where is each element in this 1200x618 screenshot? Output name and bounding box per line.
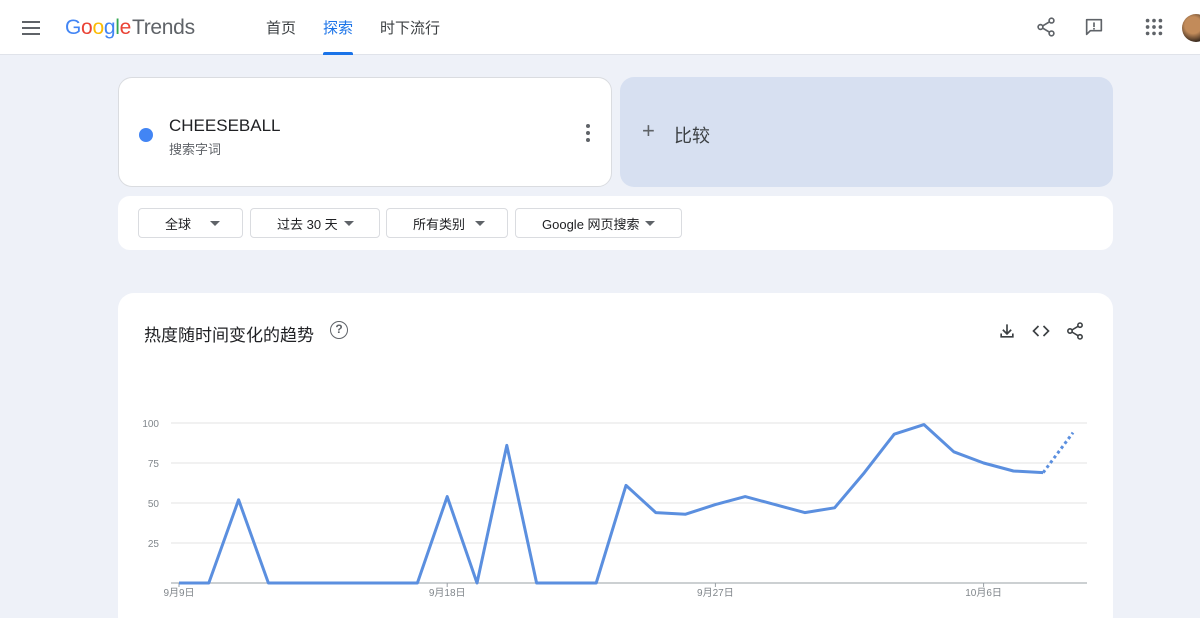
x-tick-label: 9月9日 <box>163 587 194 599</box>
share-icon[interactable] <box>1035 16 1057 38</box>
y-tick-label: 50 <box>148 499 160 510</box>
filter-region[interactable]: 全球 <box>138 208 243 238</box>
x-tick-label: 10月6日 <box>965 587 1002 599</box>
feedback-icon[interactable] <box>1083 16 1105 38</box>
more-options-icon[interactable] <box>583 124 593 142</box>
filter-bar: 全球 过去 30 天 所有类别 Google 网页搜索 <box>118 196 1113 250</box>
x-tick-label: 9月27日 <box>697 587 734 599</box>
nav-home[interactable]: 首页 <box>266 0 296 55</box>
caret-down-icon <box>475 221 485 226</box>
filter-region-label: 全球 <box>165 216 192 232</box>
filter-time-range[interactable]: 过去 30 天 <box>250 208 380 238</box>
avatar[interactable] <box>1182 14 1200 42</box>
main-nav: 首页 探索 时下流行 <box>266 0 467 55</box>
google-trends-logo[interactable]: GoogleTrends <box>65 16 195 40</box>
search-term-card[interactable]: CHEESEBALL 搜索字词 <box>118 77 612 187</box>
term-color-dot <box>139 128 153 142</box>
logo-google-text: Google <box>65 16 131 39</box>
plus-icon: + <box>642 118 655 143</box>
compare-label: 比较 <box>674 126 710 146</box>
menu-icon[interactable] <box>18 16 44 40</box>
x-tick-label: 9月18日 <box>429 587 466 599</box>
series-line <box>179 423 1044 585</box>
nav-trending[interactable]: 时下流行 <box>380 0 440 55</box>
top-bar: GoogleTrends 首页 探索 时下流行 <box>0 0 1200 55</box>
y-tick-label: 25 <box>148 539 160 550</box>
series-line-partial <box>1041 431 1075 474</box>
search-term[interactable]: CHEESEBALL <box>169 116 281 136</box>
filter-category-label: 所有类别 <box>413 216 466 232</box>
nav-explore[interactable]: 探索 <box>323 0 354 55</box>
y-tick-label: 75 <box>148 459 160 470</box>
caret-down-icon <box>645 221 655 226</box>
logo-trends-text: Trends <box>131 16 195 39</box>
interest-over-time-card: 热度随时间变化的趋势 ? 25 50 75 100 9月9日 9月18日 9月27日 10月6… <box>118 293 1113 618</box>
interest-line-chart[interactable]: 25 50 75 100 9月9日 9月18日 9月27日 10月6日 <box>118 293 1113 618</box>
filter-time-label: 过去 30 天 <box>277 216 338 232</box>
compare-button[interactable]: + 比较 <box>620 77 1113 187</box>
apps-icon[interactable] <box>1143 16 1165 38</box>
filter-search-type-label: Google 网页搜索 <box>542 216 640 232</box>
caret-down-icon <box>210 221 220 226</box>
y-tick-label: 100 <box>142 419 159 430</box>
caret-down-icon <box>344 221 354 226</box>
filter-category[interactable]: 所有类别 <box>386 208 508 238</box>
search-term-type: 搜索字词 <box>169 142 222 157</box>
filter-search-type[interactable]: Google 网页搜索 <box>515 208 682 238</box>
